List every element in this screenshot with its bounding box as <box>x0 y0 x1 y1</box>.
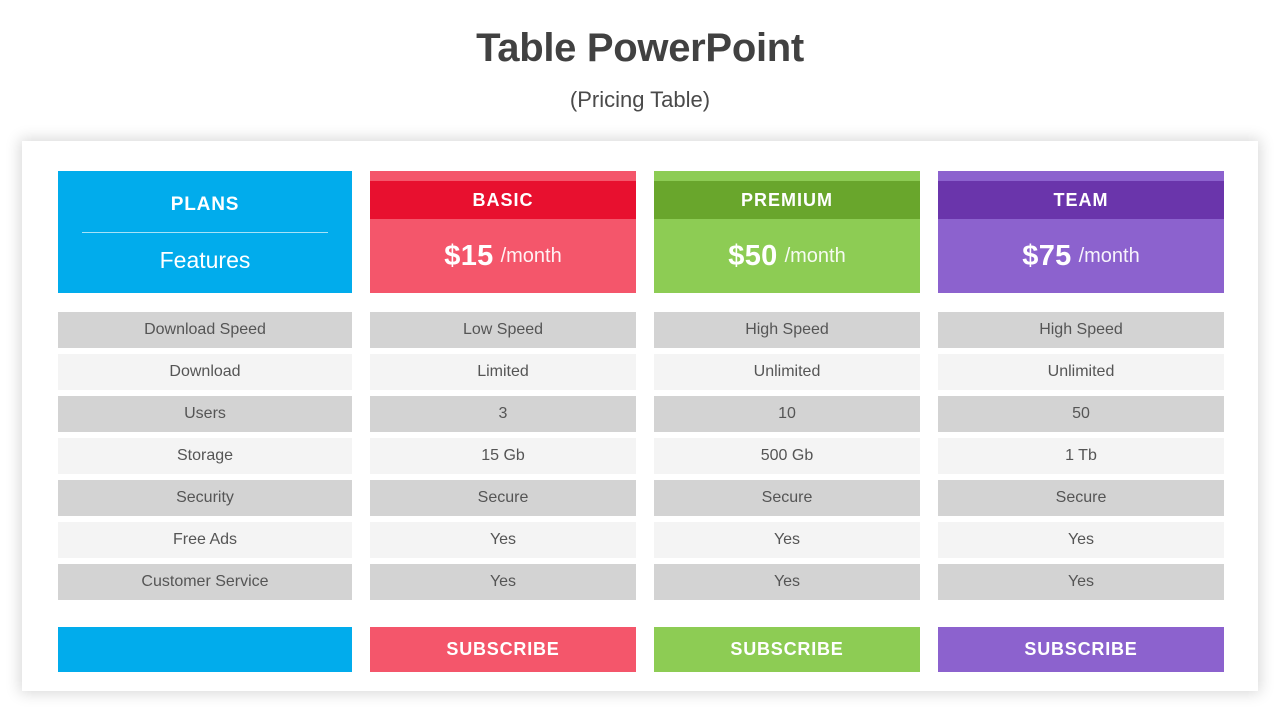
page-subtitle: (Pricing Table) <box>569 87 711 112</box>
feature-label: Security <box>58 480 352 516</box>
plan-price-area: $15/month <box>370 219 636 293</box>
plan-name-band: TEAM <box>938 181 1224 219</box>
plan-value-cell: 10 <box>654 396 920 432</box>
plan-price-period: /month <box>784 244 846 267</box>
feature-label: Users <box>58 396 352 432</box>
plan-value-cell: 50 <box>938 396 1224 432</box>
feature-label: Customer Service <box>58 564 352 600</box>
plan-value-cell: 15 Gb <box>370 438 636 474</box>
plan-value-list: Low Speed Limited 3 15 Gb Secure Yes Yes <box>370 312 636 606</box>
plan-value-list: High Speed Unlimited 50 1 Tb Secure Yes Yes <box>938 312 1224 606</box>
plan-price-amount: $50 <box>728 239 778 272</box>
plan-value-cell: Yes <box>654 564 920 600</box>
plans-title: PLANS <box>170 194 240 215</box>
pricing-table: PLANS Features Download Speed Download Use… <box>58 171 1224 672</box>
plan-value-cell: High Speed <box>654 312 920 348</box>
subscribe-button-basic[interactable]: SUBSCRIBE <box>370 627 636 672</box>
plans-footer-button[interactable] <box>58 627 352 672</box>
feature-label: Download Speed <box>58 312 352 348</box>
plan-value-cell: Yes <box>654 522 920 558</box>
feature-label: Storage <box>58 438 352 474</box>
subscribe-button-premium[interactable]: SUBSCRIBE <box>654 627 920 672</box>
plan-value-cell: 3 <box>370 396 636 432</box>
plan-header: BASIC $15/month <box>370 171 636 293</box>
plans-header: PLANS Features <box>58 171 352 293</box>
column-plan-premium: PREMIUM $50/month High Speed Unlimited 10 500… <box>654 171 938 672</box>
column-plan-team: TEAM $75/month High Speed Unlimited 50 1 Tb Se… <box>938 171 1224 672</box>
plan-value-cell: Yes <box>370 564 636 600</box>
plan-value-list: High Speed Unlimited 10 500 Gb Secure Yes Yes <box>654 312 920 606</box>
subscribe-button-team[interactable]: SUBSCRIBE <box>938 627 1224 672</box>
plan-value-cell: Yes <box>370 522 636 558</box>
plan-price-area: $50/month <box>654 219 920 293</box>
plan-header-top-strip <box>938 171 1224 181</box>
plan-header: TEAM $75/month <box>938 171 1224 293</box>
plan-name: PREMIUM <box>741 189 833 210</box>
plans-divider <box>82 232 328 233</box>
plan-value-cell: Yes <box>938 522 1224 558</box>
plan-value-cell: Yes <box>938 564 1224 600</box>
pricing-table-grid: PLANS Features Download Speed Download Use… <box>58 171 1224 672</box>
plan-price-amount: $15 <box>444 239 494 272</box>
pricing-table-card: PLANS Features Download Speed Download Use… <box>22 141 1258 691</box>
plan-value-cell: Limited <box>370 354 636 390</box>
plan-header: PREMIUM $50/month <box>654 171 920 293</box>
plan-price-period: /month <box>500 244 562 267</box>
plan-price-period: /month <box>1078 244 1140 267</box>
plan-value-cell: Secure <box>654 480 920 516</box>
column-plan-basic: BASIC $15/month Low Speed Limited 3 15 Gb Secu… <box>370 171 654 672</box>
page-heading: Table PowerPoint (Pricing Table) <box>0 0 1280 112</box>
plan-name-band: BASIC <box>370 181 636 219</box>
plan-value-cell: High Speed <box>938 312 1224 348</box>
plan-value-cell: Secure <box>370 480 636 516</box>
plan-header-top-strip <box>654 171 920 181</box>
plan-value-cell: 1 Tb <box>938 438 1224 474</box>
feature-label: Download <box>58 354 352 390</box>
plan-value-cell: Secure <box>938 480 1224 516</box>
plan-name: TEAM <box>1053 189 1109 210</box>
feature-label-list: Download Speed Download Users Storage Securi… <box>58 312 352 606</box>
plan-value-cell: Unlimited <box>938 354 1224 390</box>
plans-subtitle: Features <box>159 247 251 273</box>
plan-name-band: PREMIUM <box>654 181 920 219</box>
plan-price-amount: $75 <box>1022 239 1072 272</box>
plan-price-area: $75/month <box>938 219 1224 293</box>
feature-label: Free Ads <box>58 522 352 558</box>
plan-value-cell: Unlimited <box>654 354 920 390</box>
plan-value-cell: Low Speed <box>370 312 636 348</box>
plan-name: BASIC <box>472 189 534 210</box>
plan-header-top-strip <box>370 171 636 181</box>
plan-value-cell: 500 Gb <box>654 438 920 474</box>
page-title: Table PowerPoint <box>476 26 804 70</box>
column-plans: PLANS Features Download Speed Download Use… <box>58 171 370 672</box>
